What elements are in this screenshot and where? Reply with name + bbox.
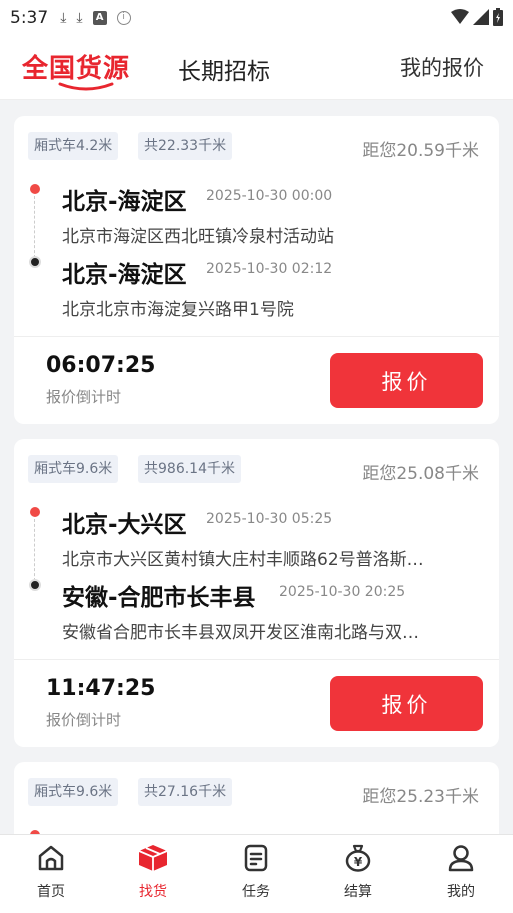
quote-button[interactable]: 报价: [330, 353, 483, 408]
total-distance-tag: 共27.16千米: [138, 778, 233, 806]
card-divider: [14, 336, 499, 337]
nav-label: 任务: [242, 884, 270, 900]
task-doc-icon: [244, 844, 268, 872]
route-line: [34, 519, 35, 581]
nav-label: 我的: [447, 884, 475, 900]
vehicle-tag: 厢式车4.2米: [28, 132, 119, 160]
status-icons: ⤓ ⤓ A i: [60, 10, 131, 26]
status-time: 5:37: [10, 8, 49, 28]
card-divider: [14, 659, 499, 660]
signal-icon: [473, 9, 489, 25]
home-icon: [38, 845, 64, 871]
destination-address: 安徽省合肥市长丰县双凤开发区淮南北路与双…: [62, 623, 419, 643]
quote-countdown: 11:47:25: [46, 676, 156, 701]
quote-countdown: 06:07:25: [46, 353, 156, 378]
destination-dot-icon: [29, 256, 41, 268]
tab-long-term-bidding[interactable]: 长期招标: [178, 52, 270, 86]
status-bar: 5:37 ⤓ ⤓ A i: [0, 0, 513, 36]
nav-home[interactable]: 首页: [11, 843, 91, 901]
info-icon: i: [116, 11, 131, 25]
nav-label: 找货: [139, 884, 167, 900]
nav-tasks[interactable]: 任务: [216, 843, 296, 901]
top-tabs: 全国货源 长期招标 我的报价: [0, 36, 513, 100]
total-distance-tag: 共22.33千米: [138, 132, 233, 160]
nav-find-cargo[interactable]: 找货: [113, 843, 193, 901]
person-icon: [448, 845, 474, 872]
origin-city: 北京-海淀区: [62, 189, 187, 215]
nav-label: 首页: [37, 884, 65, 900]
tab-my-quotes[interactable]: 我的报价: [400, 52, 484, 82]
destination-dot-icon: [29, 579, 41, 591]
total-distance-tag: 共986.14千米: [138, 455, 241, 483]
vehicle-tag: 厢式车9.6米: [28, 455, 119, 483]
quote-countdown-label: 报价倒计时: [46, 388, 122, 406]
destination-time: 2025-10-30 20:25: [279, 584, 406, 600]
destination-address: 北京北京市海淀复兴路甲1号院: [62, 300, 294, 320]
distance-from-you: 距您25.23千米: [362, 787, 479, 807]
distance-from-you: 距您20.59千米: [362, 141, 479, 161]
vehicle-tag: 厢式车9.6米: [28, 778, 119, 806]
wifi-icon: [451, 9, 469, 24]
svg-text:¥: ¥: [354, 855, 363, 869]
tab-national-cargo[interactable]: 全国货源: [22, 48, 130, 85]
battery-icon: [493, 8, 503, 26]
tab-active-smile-underline: [58, 82, 114, 91]
origin-address: 北京市大兴区黄村镇大庄村丰顺路62号普洛斯…: [62, 550, 424, 570]
cargo-card[interactable]: 厢式车4.2米 共22.33千米 距您20.59千米 北京-海淀区 2025-1…: [14, 116, 499, 424]
route-line: [34, 196, 35, 258]
status-right: [451, 8, 503, 26]
destination-city: 北京-海淀区: [62, 262, 187, 288]
origin-dot-icon: [30, 507, 40, 517]
origin-time: 2025-10-30 00:00: [206, 188, 333, 204]
origin-city: 北京-大兴区: [62, 512, 187, 538]
cargo-card[interactable]: 厢式车9.6米 共986.14千米 距您25.08千米 北京-大兴区 2025-…: [14, 439, 499, 747]
origin-address: 北京市海淀区西北旺镇冷泉村活动站: [62, 227, 334, 247]
quote-button[interactable]: 报价: [330, 676, 483, 731]
bottom-nav: 首页 找货 任务 ¥ 结算 我的: [0, 834, 513, 913]
nav-mine[interactable]: 我的: [421, 843, 501, 901]
nav-label: 结算: [344, 884, 372, 900]
origin-dot-icon: [30, 184, 40, 194]
destination-time: 2025-10-30 02:12: [206, 261, 333, 277]
cargo-box-icon: [138, 845, 168, 871]
download-icon: ⤓: [60, 10, 67, 26]
quote-countdown-label: 报价倒计时: [46, 711, 122, 729]
download-icon: ⤓: [76, 10, 83, 26]
origin-time: 2025-10-30 05:25: [206, 511, 333, 527]
money-bag-icon: ¥: [345, 844, 371, 872]
distance-from-you: 距您25.08千米: [362, 464, 479, 484]
nav-settlement[interactable]: ¥ 结算: [318, 843, 398, 901]
app-a-icon: A: [92, 11, 107, 25]
destination-city: 安徽-合肥市长丰县: [62, 585, 256, 611]
